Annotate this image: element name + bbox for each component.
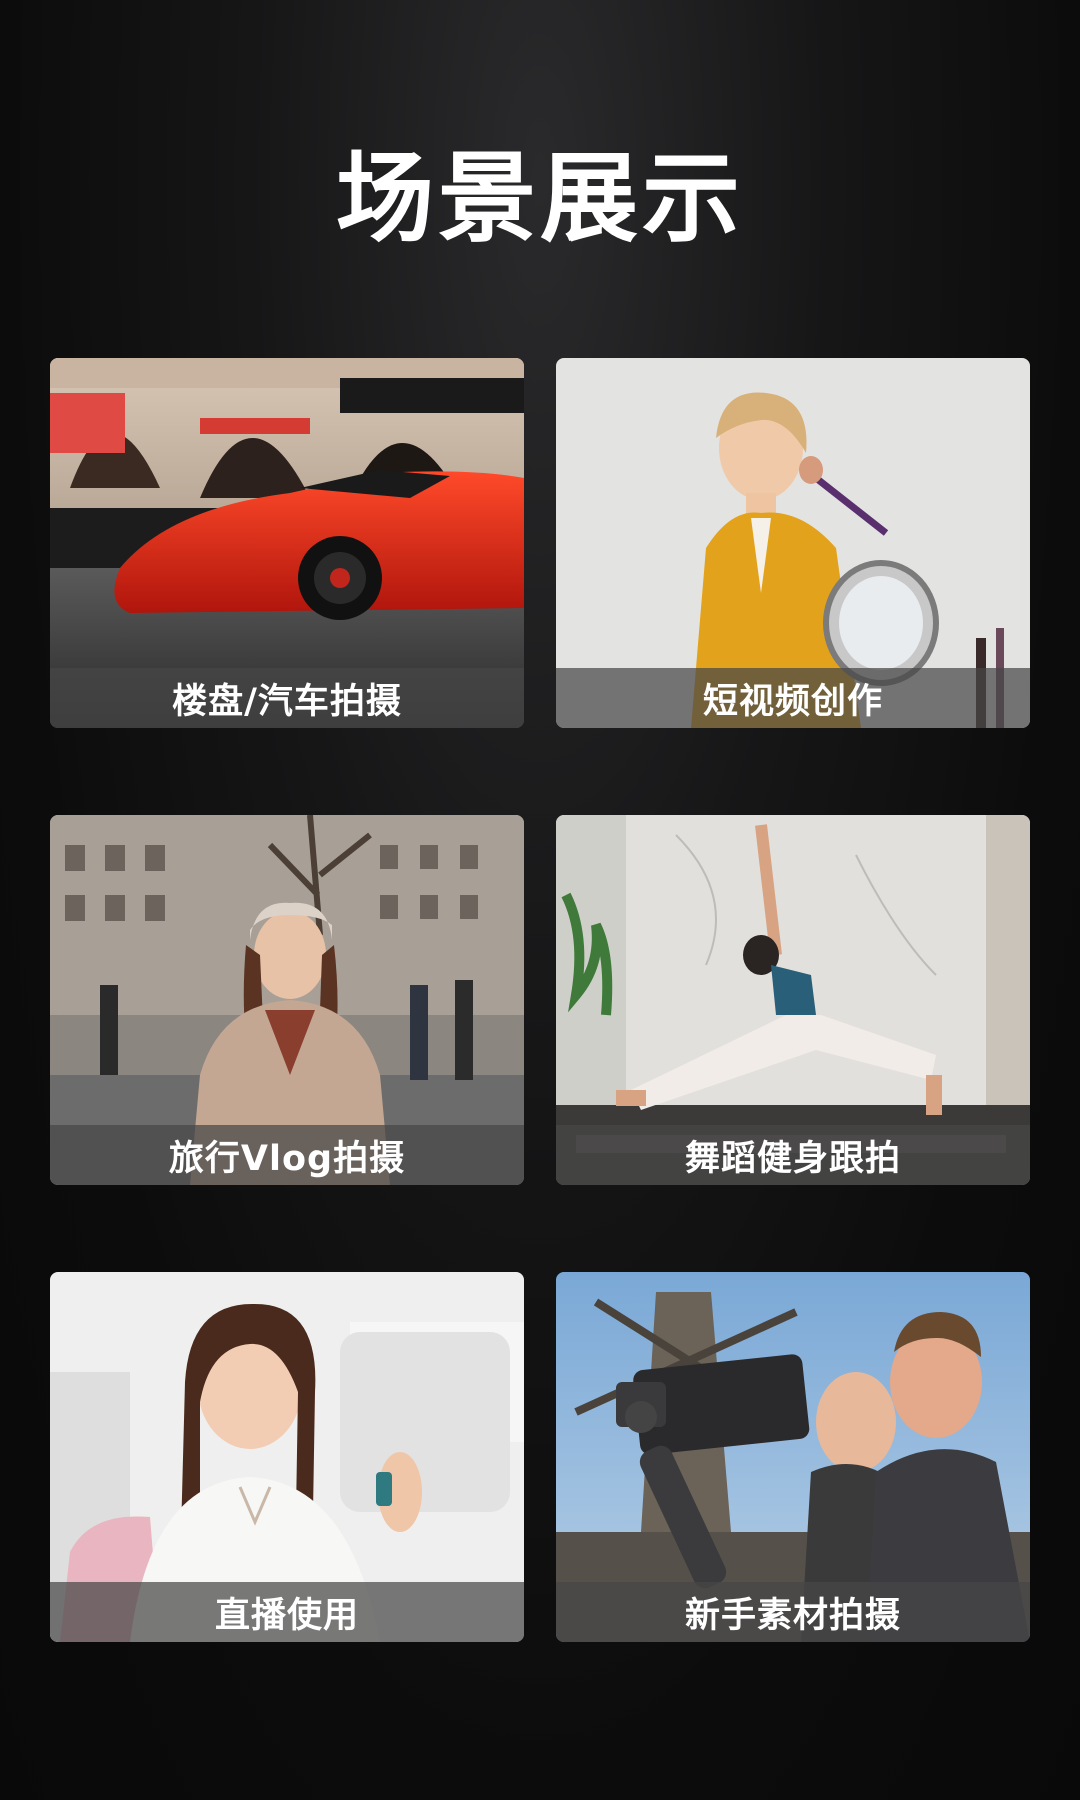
scene-caption: 直播使用 — [214, 1595, 359, 1636]
page-title: 场景展示 — [335, 142, 744, 256]
caption-bar: 舞蹈健身跟拍 — [556, 1125, 1030, 1185]
scene-caption: 短视频创作 — [702, 681, 883, 722]
scene-card-travel-vlog[interactable]: 旅行Vlog拍摄 — [50, 815, 524, 1185]
scene-card-beginner-footage[interactable]: 新手素材拍摄 — [556, 1272, 1030, 1642]
caption-bar: 楼盘/汽车拍摄 — [50, 668, 524, 728]
caption-bar: 新手素材拍摄 — [556, 1582, 1030, 1642]
caption-bar: 短视频创作 — [556, 668, 1030, 728]
scene-card-dance-fitness[interactable]: 舞蹈健身跟拍 — [556, 815, 1030, 1185]
caption-bar: 旅行Vlog拍摄 — [50, 1125, 524, 1185]
scene-grid: 楼盘/汽车拍摄 短视频创作 旅行Vlog拍摄 舞蹈健身跟拍 直播使用 新手素材拍… — [50, 358, 1030, 1643]
scene-caption: 新手素材拍摄 — [684, 1595, 901, 1636]
scene-card-car[interactable]: 楼盘/汽车拍摄 — [50, 358, 524, 728]
scene-caption: 舞蹈健身跟拍 — [684, 1138, 901, 1179]
scene-card-livestream[interactable]: 直播使用 — [50, 1272, 524, 1642]
scene-caption: 楼盘/汽车拍摄 — [172, 681, 402, 722]
caption-bar: 直播使用 — [50, 1582, 524, 1642]
scene-card-short-video[interactable]: 短视频创作 — [556, 358, 1030, 728]
scene-caption: 旅行Vlog拍摄 — [168, 1138, 406, 1179]
scene-showcase-page: 场景展示 楼盘/汽车拍摄 短视频创作 旅行Vlog拍摄 舞蹈健身跟拍 直播使用 … — [0, 0, 1080, 1800]
